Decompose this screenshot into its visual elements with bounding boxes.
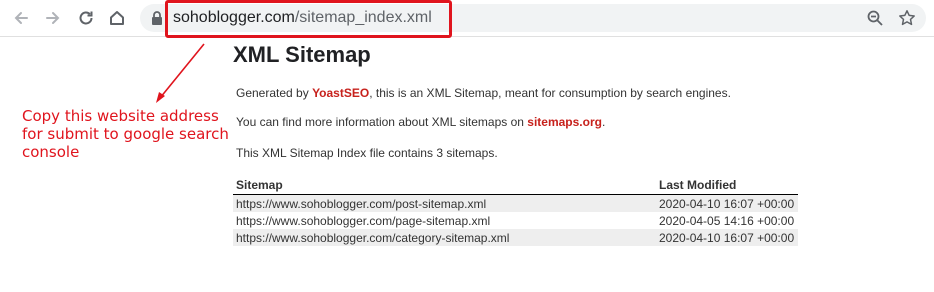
sitemaps-org-link[interactable]: sitemaps.org — [527, 115, 602, 129]
lock-icon — [152, 11, 162, 25]
star-icon[interactable] — [898, 9, 916, 27]
home-icon — [110, 11, 124, 25]
last-modified-cell: 2020-04-10 16:07 +00:00 — [656, 194, 798, 212]
zoom-icon[interactable] — [866, 9, 884, 27]
back-button[interactable] — [8, 5, 34, 31]
browser-toolbar: sohoblogger.com/sitemap_index.xml — [0, 0, 934, 37]
home-button[interactable] — [104, 5, 130, 31]
sitemap-url-link[interactable]: https://www.sohoblogger.com/category-sit… — [233, 229, 656, 246]
annotation-arrow — [156, 43, 205, 103]
generated-by-text: Generated by YoastSEO, this is an XML Si… — [236, 86, 731, 100]
reload-icon — [79, 11, 93, 25]
column-header-last-modified: Last Modified — [656, 176, 798, 195]
column-header-sitemap: Sitemap — [233, 176, 656, 195]
yoastseo-link[interactable]: YoastSEO — [312, 86, 369, 100]
back-arrow-icon — [14, 12, 28, 24]
info-suffix: . — [601, 115, 606, 129]
table-row: https://www.sohoblogger.com/category-sit… — [233, 229, 798, 246]
info-text: You can find more information about XML … — [236, 115, 605, 129]
forward-button[interactable] — [40, 5, 66, 31]
reload-button[interactable] — [73, 5, 99, 31]
sitemap-count-text: This XML Sitemap Index file contains 3 s… — [236, 146, 498, 160]
table-row: https://www.sohoblogger.com/page-sitemap… — [233, 212, 798, 229]
sitemap-url-link[interactable]: https://www.sohoblogger.com/page-sitemap… — [233, 212, 656, 229]
sitemap-table: Sitemap Last Modified https://www.sohobl… — [233, 176, 798, 246]
sitemap-url-link[interactable]: https://www.sohoblogger.com/post-sitemap… — [233, 194, 656, 212]
forward-arrow-icon — [46, 12, 60, 24]
generated-suffix: , this is an XML Sitemap, meant for cons… — [369, 86, 731, 100]
generated-prefix: Generated by — [236, 86, 313, 100]
table-row: https://www.sohoblogger.com/post-sitemap… — [233, 194, 798, 212]
page-title: XML Sitemap — [233, 42, 371, 67]
info-prefix: You can find more information about XML … — [236, 115, 528, 129]
url-highlight-box — [165, 0, 452, 38]
table-header-row: Sitemap Last Modified — [233, 176, 798, 195]
last-modified-cell: 2020-04-10 16:07 +00:00 — [656, 229, 798, 246]
last-modified-cell: 2020-04-05 14:16 +00:00 — [659, 213, 795, 228]
